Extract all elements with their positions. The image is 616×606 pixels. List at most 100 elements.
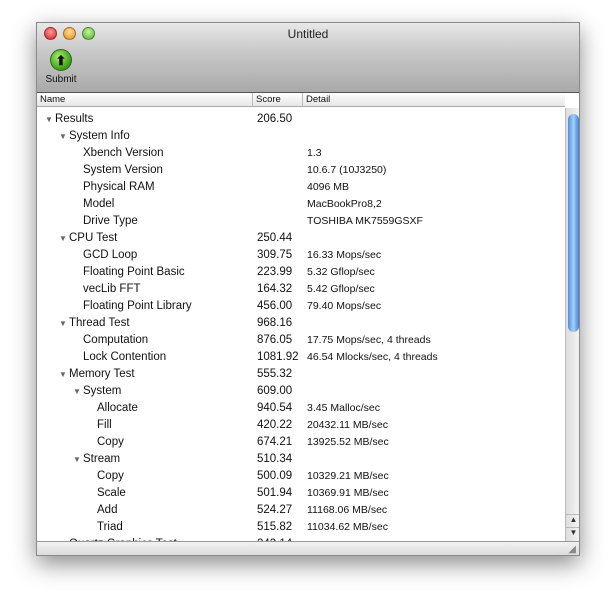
outline-row[interactable]: Floating Point Library 456.00 79.40 Mops/s… xyxy=(37,298,565,315)
outline-row[interactable]: Model MacBookPro8,2 xyxy=(37,196,565,213)
disclosure-triangle-icon[interactable]: ▼ xyxy=(73,383,81,400)
row-score: 1081.92 xyxy=(257,351,299,363)
upload-arrow-icon: ⬆ xyxy=(50,49,72,71)
outline-row[interactable]: ▼ System Info xyxy=(37,128,565,145)
row-name: vecLib FFT xyxy=(83,283,141,295)
row-score: 164.32 xyxy=(257,283,293,295)
outline-row[interactable]: ▼ Stream 510.34 xyxy=(37,451,565,468)
row-name: GCD Loop xyxy=(83,249,138,261)
row-detail: 13925.52 MB/sec xyxy=(307,436,389,448)
scroll-down-arrow[interactable]: ▼ xyxy=(566,527,579,540)
disclosure-triangle-icon[interactable]: ▼ xyxy=(59,128,67,145)
outline-row[interactable]: Copy 500.09 10329.21 MB/sec xyxy=(37,468,565,485)
scroll-thumb[interactable] xyxy=(568,114,579,332)
column-detail[interactable]: Detail xyxy=(303,93,565,107)
outline-row[interactable]: Add 524.27 11168.06 MB/sec xyxy=(37,502,565,519)
resize-grip-icon[interactable]: ◢ xyxy=(568,544,576,555)
outline-row[interactable]: ▼ Results 206.50 xyxy=(37,111,565,128)
row-score: 876.05 xyxy=(257,334,293,346)
row-name: Floating Point Library xyxy=(83,300,192,312)
window-title: Untitled xyxy=(287,27,329,41)
row-name: System xyxy=(83,385,122,397)
row-name: System Info xyxy=(69,130,130,142)
disclosure-triangle-icon[interactable]: ▼ xyxy=(59,366,67,383)
outline-row[interactable]: vecLib FFT 164.32 5.42 Gflop/sec xyxy=(37,281,565,298)
row-name: Memory Test xyxy=(69,368,135,380)
status-bar: ◢ xyxy=(37,541,579,555)
row-score: 940.54 xyxy=(257,402,293,414)
row-score: 524.27 xyxy=(257,504,293,516)
row-name: Floating Point Basic xyxy=(83,266,185,278)
row-score: 555.32 xyxy=(257,368,293,380)
row-score: 674.21 xyxy=(257,436,293,448)
row-detail: 10.6.7 (10J3250) xyxy=(307,164,387,176)
row-name: CPU Test xyxy=(69,232,118,244)
row-detail: 1.3 xyxy=(307,147,322,159)
row-score: 968.16 xyxy=(257,317,293,329)
row-detail: 17.75 Mops/sec, 4 threads xyxy=(307,334,431,346)
row-name: Xbench Version xyxy=(83,147,164,159)
row-score: 206.50 xyxy=(257,113,293,125)
vertical-scrollbar[interactable]: ▲ ▼ xyxy=(565,108,579,541)
outline-row[interactable]: Floating Point Basic 223.99 5.32 Gflop/sec xyxy=(37,264,565,281)
row-name: Lock Contention xyxy=(83,351,167,363)
outline-row[interactable]: Computation 876.05 17.75 Mops/sec, 4 threa… xyxy=(37,332,565,349)
scroll-up-arrow[interactable]: ▲ xyxy=(566,514,579,527)
column-header: Name Score Detail xyxy=(37,93,565,107)
row-name: Allocate xyxy=(97,402,138,414)
outline-row[interactable]: Scale 501.94 10369.91 MB/sec xyxy=(37,485,565,502)
disclosure-triangle-icon[interactable]: ▼ xyxy=(59,230,67,247)
outline-row[interactable]: ▼ CPU Test 250.44 xyxy=(37,230,565,247)
row-detail: 46.54 Mlocks/sec, 4 threads xyxy=(307,351,438,363)
row-score: 515.82 xyxy=(257,521,293,533)
outline-row[interactable]: ▼ Thread Test 968.16 xyxy=(37,315,565,332)
outline-row[interactable]: Triad 515.82 11034.62 MB/sec xyxy=(37,519,565,536)
disclosure-triangle-icon[interactable]: ▼ xyxy=(59,315,67,332)
outline-row[interactable]: GCD Loop 309.75 16.33 Mops/sec xyxy=(37,247,565,264)
row-detail: 4096 MB xyxy=(307,181,350,193)
row-detail: 5.42 Gflop/sec xyxy=(307,283,375,295)
row-name: Triad xyxy=(97,521,123,533)
row-name: Scale xyxy=(97,487,126,499)
row-detail: 10369.91 MB/sec xyxy=(307,487,389,499)
row-detail: 5.32 Gflop/sec xyxy=(307,266,375,278)
column-score[interactable]: Score xyxy=(253,93,303,107)
row-name: Thread Test xyxy=(69,317,130,329)
row-name: Results xyxy=(55,113,94,125)
outline-row[interactable]: ▼ Memory Test 555.32 xyxy=(37,366,565,383)
row-name: Fill xyxy=(97,419,112,431)
row-detail: 79.40 Mops/sec xyxy=(307,300,382,312)
outline-row[interactable]: Drive Type TOSHIBA MK7559GSXF xyxy=(37,213,565,230)
disclosure-triangle-icon[interactable]: ▼ xyxy=(45,111,53,128)
row-name: Copy xyxy=(97,470,124,482)
row-detail: 3.45 Malloc/sec xyxy=(307,402,380,414)
outline-row[interactable]: Xbench Version 1.3 xyxy=(37,145,565,162)
outline-row[interactable]: System Version 10.6.7 (10J3250) xyxy=(37,162,565,179)
row-detail: 11168.06 MB/sec xyxy=(307,504,388,516)
outline-row[interactable]: Lock Contention 1081.92 46.54 Mlocks/sec, … xyxy=(37,349,565,366)
row-score: 309.75 xyxy=(257,249,293,261)
row-score: 420.22 xyxy=(257,419,293,431)
row-detail: TOSHIBA MK7559GSXF xyxy=(307,215,423,227)
outline-row[interactable]: Physical RAM 4096 MB xyxy=(37,179,565,196)
row-score: 223.99 xyxy=(257,266,293,278)
column-name[interactable]: Name xyxy=(37,93,253,107)
row-detail: MacBookPro8,2 xyxy=(307,198,382,210)
outline-row[interactable]: ▼ System 609.00 xyxy=(37,383,565,400)
row-score: 609.00 xyxy=(257,385,293,397)
row-name: Model xyxy=(83,198,115,210)
row-score: 250.44 xyxy=(257,232,293,244)
outline-row[interactable]: Copy 674.21 13925.52 MB/sec xyxy=(37,434,565,451)
row-score: 500.09 xyxy=(257,470,293,482)
row-detail: 20432.11 MB/sec xyxy=(307,419,388,431)
row-detail: 11034.62 MB/sec xyxy=(307,521,388,533)
row-name: System Version xyxy=(83,164,163,176)
row-name: Add xyxy=(97,504,118,516)
submit-button[interactable]: ⬆ Submit xyxy=(43,49,79,85)
outline-row[interactable]: Allocate 940.54 3.45 Malloc/sec xyxy=(37,400,565,417)
results-outline: ▼ Results 206.50 ▼ System Info Xbench Version… xyxy=(37,108,565,541)
title-toolbar: Untitled ⬆ Submit xyxy=(37,23,579,93)
disclosure-triangle-icon[interactable]: ▼ xyxy=(73,451,81,468)
submit-label: Submit xyxy=(45,74,77,85)
outline-row[interactable]: Fill 420.22 20432.11 MB/sec xyxy=(37,417,565,434)
